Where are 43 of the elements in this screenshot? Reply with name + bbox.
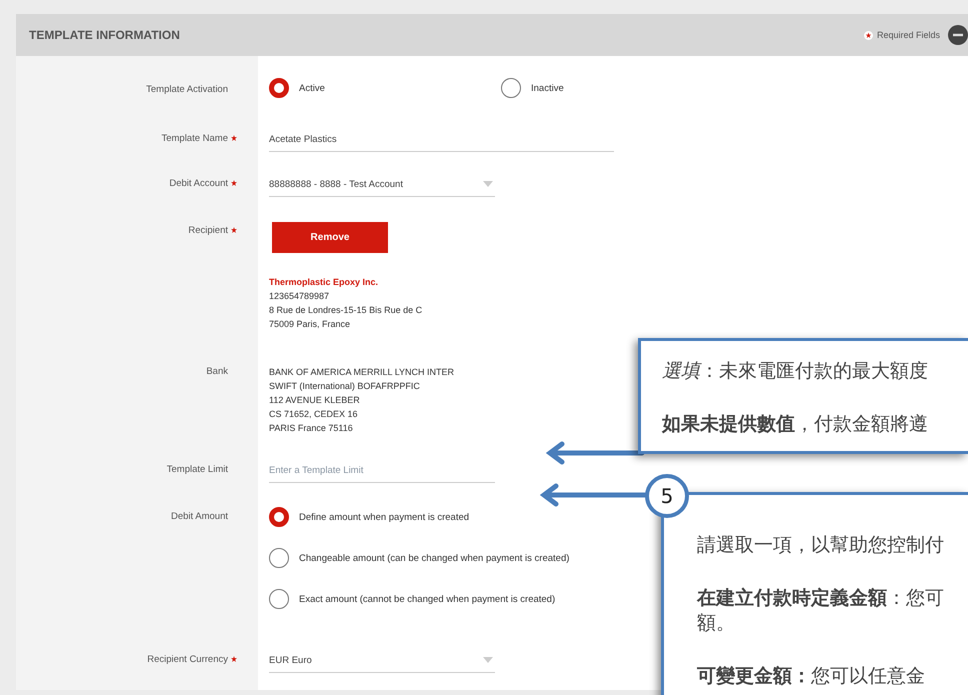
text-field[interactable]: Acetate Plastics xyxy=(269,127,614,152)
callout-text: 在建立付款時定義金額：您可 xyxy=(697,586,945,611)
select-field[interactable]: 88888888 - 8888 - Test Account xyxy=(269,172,495,197)
radio-icon[interactable] xyxy=(269,548,289,568)
section-title: TEMPLATE INFORMATION xyxy=(29,28,181,42)
callout-text: 如果未提供數值，付款金額將遵 xyxy=(662,413,929,437)
radio-option[interactable]: Inactive xyxy=(501,78,564,98)
field-label: Debit Amount xyxy=(170,510,228,524)
radio-icon[interactable] xyxy=(501,78,521,98)
address-line: CS 71652, CEDEX 16 xyxy=(269,408,358,421)
callout-text: 額。 xyxy=(697,612,736,636)
field-label: Template Name xyxy=(161,132,228,146)
radio-option[interactable]: Active xyxy=(269,78,325,98)
address-line: SWIFT (International) BOFAFRPPFIC xyxy=(269,380,420,393)
address-line: BANK OF AMERICA MERRILL LYNCH INTER xyxy=(269,366,454,379)
callout-text: 可變更金額：您可以任意金 xyxy=(697,664,926,689)
field-label: Template Activation xyxy=(146,83,228,97)
collapse-icon[interactable] xyxy=(948,25,968,45)
remove-button[interactable]: Remove xyxy=(272,222,388,253)
field-label: Bank xyxy=(206,365,228,379)
field-label: Template Limit xyxy=(166,463,228,477)
radio-option[interactable]: Exact amount (cannot be changed when payment is created) xyxy=(269,587,556,611)
dropdown-caret-icon xyxy=(483,657,493,663)
recipient-name: Thermoplastic Epoxy Inc. xyxy=(269,276,378,289)
callout-text: 選填：未來電匯付款的最大額度 xyxy=(662,360,929,384)
required-icon xyxy=(864,30,873,40)
field-label: Recipient xyxy=(188,224,228,238)
address-line: 8 Rue de Londres-15-15 Bis Rue de C xyxy=(269,304,422,317)
radio-option[interactable]: Changeable amount (can be changed when payment is created) xyxy=(269,546,570,570)
radio-icon[interactable] xyxy=(269,507,289,527)
radio-option[interactable]: Define amount when payment is created xyxy=(269,505,470,529)
address-line: 123654789987 xyxy=(269,290,330,303)
field-label: Debit Account xyxy=(169,177,228,191)
select-field[interactable]: EUR Euro xyxy=(269,648,495,673)
address-line: 75009 Paris, France xyxy=(269,318,350,331)
radio-icon[interactable] xyxy=(269,78,289,98)
radio-icon[interactable] xyxy=(269,589,289,609)
address-line: PARIS France 75116 xyxy=(269,422,353,435)
required-fields-note: Required Fields xyxy=(876,30,940,40)
dropdown-caret-icon xyxy=(483,181,493,187)
field-label: Recipient Currency xyxy=(147,653,228,667)
callout-text: 請選取一項，以幫助您控制付 xyxy=(697,534,945,558)
address-line: 112 AVENUE KLEBER xyxy=(269,394,360,407)
